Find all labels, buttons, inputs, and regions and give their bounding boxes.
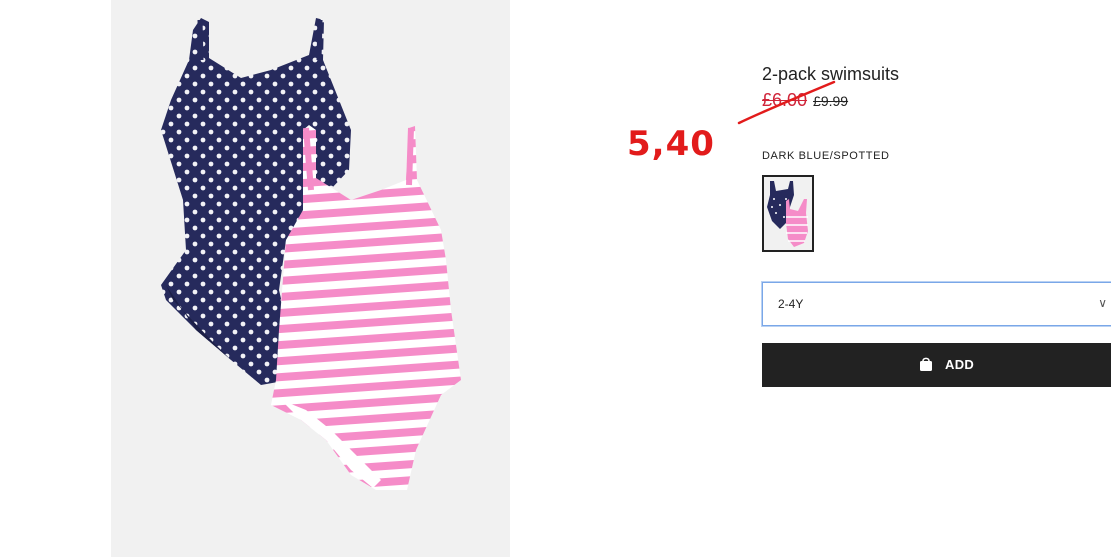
- add-to-bag-button[interactable]: ADD: [762, 343, 1111, 387]
- annotation-price: 5,40: [627, 124, 715, 164]
- chevron-down-icon: ∨: [1098, 296, 1107, 310]
- add-button-label: ADD: [945, 356, 975, 372]
- swimsuits-photo: [161, 18, 461, 490]
- size-select[interactable]: 2-4Y ∨: [762, 282, 1111, 326]
- swimsuits-thumbnail-icon: [764, 177, 812, 250]
- shopping-bag-icon: [920, 357, 932, 371]
- size-select-value: 2-4Y: [778, 297, 804, 311]
- product-title: 2-pack swimsuits: [762, 64, 900, 84]
- product-image[interactable]: [111, 0, 510, 557]
- add-button-content: ADD: [919, 356, 974, 372]
- colour-swatch-selected[interactable]: [762, 175, 814, 252]
- sale-price: £6.00: [762, 90, 808, 110]
- price-row: £6.00 £9.99: [762, 89, 848, 112]
- original-price: £9.99: [813, 93, 849, 109]
- colour-label: DARK BLUE/SPOTTED: [762, 150, 890, 162]
